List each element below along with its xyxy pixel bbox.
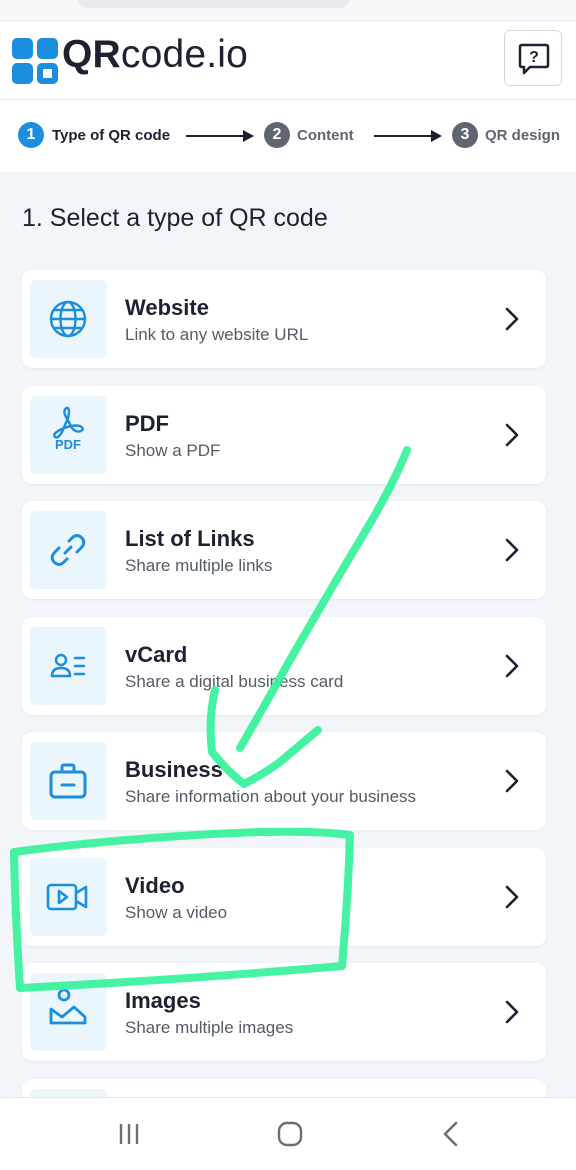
type-card-business[interactable]: Business Share information about your bu… — [22, 732, 546, 830]
type-card-list-of-links[interactable]: List of Links Share multiple links — [22, 501, 546, 599]
type-card-pdf[interactable]: PDF PDF Show a PDF — [22, 386, 546, 484]
step-3-label[interactable]: QR design — [485, 127, 560, 144]
step-progress: 1 Type of QR code 2 Content 3 QR design — [0, 100, 576, 172]
chevron-right-icon — [505, 538, 519, 562]
type-subtitle: Share multiple links — [125, 556, 273, 575]
browser-address-pill — [78, 0, 350, 8]
android-nav-bar — [0, 1097, 576, 1170]
type-title: Video — [125, 873, 185, 898]
type-title: vCard — [125, 642, 188, 667]
chevron-right-icon — [505, 654, 519, 678]
type-icon-box — [30, 742, 107, 820]
briefcase-icon — [49, 763, 87, 799]
type-subtitle: Share information about your business — [125, 787, 417, 806]
back-icon[interactable] — [440, 1120, 462, 1148]
type-icon-box — [30, 973, 107, 1051]
step-1-label[interactable]: Type of QR code — [52, 127, 170, 144]
type-card-video[interactable]: Video Show a video — [22, 848, 546, 946]
type-icon-box — [30, 511, 107, 589]
logo-text[interactable]: QRcode.io — [62, 33, 248, 77]
type-icon-box — [30, 280, 107, 358]
step-3-number: 3 — [452, 122, 478, 148]
type-card-website[interactable]: Website Link to any website URL — [22, 270, 546, 368]
step-arrow-icon — [186, 130, 254, 142]
type-card-images[interactable]: Images Share multiple images — [22, 963, 546, 1061]
type-title: List of Links — [125, 526, 255, 551]
type-subtitle: Share multiple images — [125, 1018, 294, 1037]
chevron-right-icon — [505, 885, 519, 909]
type-subtitle: Share a digital business card — [125, 672, 344, 691]
image-icon — [49, 988, 87, 1025]
video-camera-icon — [46, 883, 88, 911]
type-icon-box — [30, 627, 107, 705]
svg-text:?: ? — [529, 49, 539, 66]
step-1-number: 1 — [18, 122, 44, 148]
type-title: PDF — [125, 411, 169, 436]
chevron-right-icon — [505, 1000, 519, 1024]
type-icon-box: PDF — [30, 396, 107, 474]
type-title: Images — [125, 988, 201, 1013]
qr-logo-icon[interactable] — [12, 38, 58, 84]
pdf-icon: PDF — [52, 406, 84, 450]
step-2-label[interactable]: Content — [297, 127, 354, 144]
status-bar — [0, 0, 576, 21]
pdf-icon-caption: PDF — [55, 437, 81, 450]
chevron-right-icon — [505, 307, 519, 331]
step-arrow-icon — [374, 130, 442, 142]
help-chat-icon: ? — [518, 43, 550, 75]
link-icon — [50, 534, 86, 566]
logo-text-bold: QR — [62, 33, 121, 76]
home-icon[interactable] — [276, 1120, 304, 1148]
type-subtitle: Link to any website URL — [125, 325, 309, 344]
logo-text-light: code.io — [120, 33, 249, 76]
type-subtitle: Show a video — [125, 903, 228, 922]
type-title: Website — [125, 295, 209, 320]
type-title: Business — [125, 757, 223, 782]
step-2-number: 2 — [264, 122, 290, 148]
chevron-right-icon — [505, 769, 519, 793]
type-icon-box — [30, 858, 107, 936]
type-subtitle: Show a PDF — [125, 441, 221, 460]
chevron-right-icon — [505, 423, 519, 447]
type-card-vcard[interactable]: vCard Share a digital business card — [22, 617, 546, 715]
section-title: 1. Select a type of QR code — [22, 204, 328, 232]
recent-apps-icon[interactable] — [116, 1121, 142, 1147]
globe-icon — [49, 300, 87, 338]
help-button[interactable]: ? — [504, 30, 562, 86]
contact-card-icon — [50, 653, 86, 678]
